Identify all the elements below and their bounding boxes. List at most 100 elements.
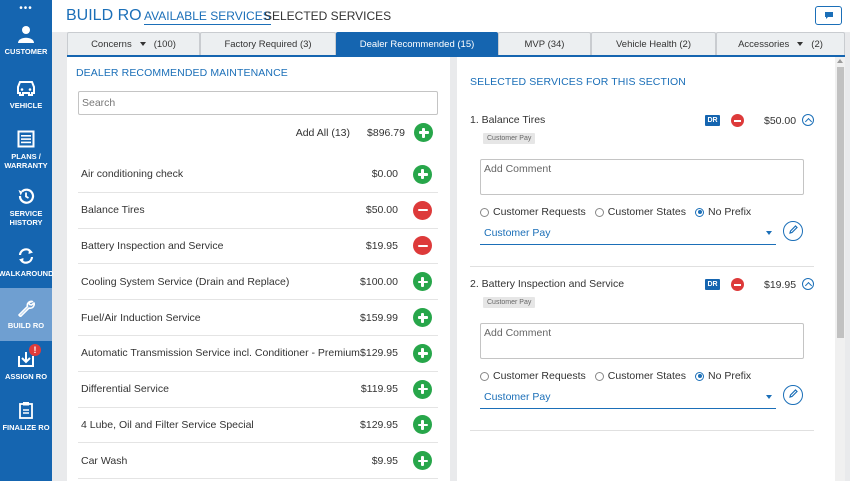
service-name: Air conditioning check [81,168,184,181]
remove-service-button[interactable] [731,278,744,291]
add-service-button[interactable] [413,379,432,399]
add-service-button[interactable] [413,343,432,363]
service-price: $129.95 [360,418,398,431]
tab-factory-required[interactable]: Factory Required (3) [200,32,336,56]
remove-service-button[interactable] [731,114,744,127]
chat-button[interactable] [815,6,842,25]
radio-circle [594,207,604,217]
add-service-button[interactable] [413,164,432,184]
comment-field[interactable] [480,159,804,195]
edit-pencil-button[interactable] [783,221,803,241]
tab-accessories[interactable]: Accessories (2) [716,32,845,56]
scrollbar-thumb[interactable] [837,67,844,338]
tab-mvp[interactable]: MVP (34) [498,32,591,56]
car-icon [16,78,36,98]
header: BUILD RO AVAILABLE SERVICES SELECTED SER… [52,0,850,32]
tab-count: (100) [153,39,176,50]
selected-services-panel: SELECTED SERVICES FOR THIS SECTION 1. Ba… [457,57,835,481]
comment-field[interactable] [480,323,804,359]
service-name: Fuel/Air Induction Service [81,311,201,324]
collapse-icon[interactable] [802,278,814,290]
service-name: 4 Lube, Oil and Filter Service Special [81,418,254,431]
sidebar-item-customer[interactable]: CUSTOMER [0,24,52,56]
pay-type-select[interactable]: Customer Pay [480,385,776,409]
wrench-icon [16,298,36,318]
prefix-radio-group: Customer Requests Customer States No Pre… [480,370,760,382]
radio-label: Customer States [607,370,686,382]
selected-service-card: 2. Battery Inspection and Service DR $19… [470,278,814,431]
sidebar-item-walkaround[interactable]: WALKAROUND [0,246,54,278]
sidebar-item-finalize-ro[interactable]: FINALIZE RO [0,400,52,432]
service-price: $0.00 [371,168,398,181]
tab-selected-services[interactable]: SELECTED SERVICES [264,9,391,23]
service-name: Automatic Transmission Service incl. Con… [81,347,360,360]
add-all-label: Add All (13) [295,126,350,139]
search-input[interactable] [78,91,438,115]
radio-customer-requests[interactable]: Customer Requests [480,206,586,218]
radio-no-prefix[interactable]: No Prefix [695,206,751,218]
tab-available-services[interactable]: AVAILABLE SERVICES [144,9,271,25]
service-price: $129.95 [360,347,398,360]
history-icon [16,186,36,206]
add-service-button[interactable] [413,451,432,471]
service-price: $9.95 [371,454,398,467]
radio-label: No Prefix [708,206,752,218]
remove-service-button[interactable] [413,200,432,220]
service-name: Cooling System Service (Drain and Replac… [81,275,290,288]
page-title: BUILD RO [66,7,142,24]
radio-customer-states[interactable]: Customer States [594,370,686,382]
document-list-icon [16,129,36,149]
selected-service-card: 1. Balance Tires DR $50.00 Customer Pay … [470,114,814,267]
add-service-button[interactable] [413,308,432,328]
chat-bubble-icon [824,7,834,25]
service-row: Battery Inspection and Service $19.95 [78,229,438,265]
more-menu-icon[interactable]: ••• [0,0,52,17]
pay-type-select[interactable]: Customer Pay [480,221,776,245]
collapse-icon[interactable] [802,114,814,126]
tab-vehicle-health[interactable]: Vehicle Health (2) [591,32,716,56]
tab-concerns[interactable]: Concerns (100) [67,32,200,56]
sidebar-item-assign-ro[interactable]: ! ASSIGN RO [0,344,52,381]
caret-down-icon [797,42,804,46]
sidebar-item-plans-warranty[interactable]: PLANS / WARRANTY [0,129,52,170]
sidebar-item-label: WALKAROUND [0,269,54,278]
add-all-row: Add All (13) $896.79 [296,123,433,142]
sidebar: ••• CUSTOMER VEHICLE PLANS / WARRANTY SE… [0,0,54,481]
service-row: 4 Lube, Oil and Filter Service Special $1… [78,408,438,444]
radio-no-prefix[interactable]: No Prefix [695,370,751,382]
add-service-button[interactable] [413,272,432,292]
pay-type-tag: Customer Pay [483,133,536,144]
edit-pencil-button[interactable] [783,385,803,405]
sidebar-item-label: CUSTOMER [4,47,48,56]
radio-circle [480,207,489,217]
scroll-up-arrow-icon[interactable] [837,59,843,63]
caret-down-icon [766,231,772,235]
radio-label: Customer Requests [493,206,586,218]
service-price: $50.00 [365,204,398,217]
service-row: Cooling System Service (Drain and Replac… [78,264,438,301]
sidebar-item-service-history[interactable]: SERVICE HISTORY [0,186,52,227]
service-row: Automatic Transmission Service incl. Con… [78,336,438,372]
radio-circle [695,371,704,381]
selected-service-price: $50.00 [764,115,797,127]
arrows-cycle-icon [16,246,36,266]
service-name: Balance Tires [81,204,145,217]
service-price: $100.00 [360,275,398,288]
sidebar-item-vehicle[interactable]: VEHICLE [0,78,52,110]
sidebar-item-label: PLANS / WARRANTY [4,152,48,170]
user-icon [16,24,36,44]
filter-tabs: Concerns (100) Factory Required (3) Deal… [67,32,845,56]
add-service-button[interactable] [413,415,432,435]
divider [470,430,814,431]
radio-customer-states[interactable]: Customer States [594,206,686,218]
radio-customer-requests[interactable]: Customer Requests [480,370,586,382]
service-row: Car Wash $9.95 [78,443,438,480]
pay-type-value: Customer Pay [484,390,551,403]
tab-dealer-recommended[interactable]: Dealer Recommended (15) [336,32,498,56]
panel-divider [450,57,457,481]
remove-service-button[interactable] [413,236,432,256]
sidebar-item-build-ro[interactable]: BUILD RO [0,288,52,341]
service-name: Differential Service [81,383,169,396]
panel-heading: SELECTED SERVICES FOR THIS SECTION [470,76,686,88]
add-all-button[interactable] [414,123,433,142]
